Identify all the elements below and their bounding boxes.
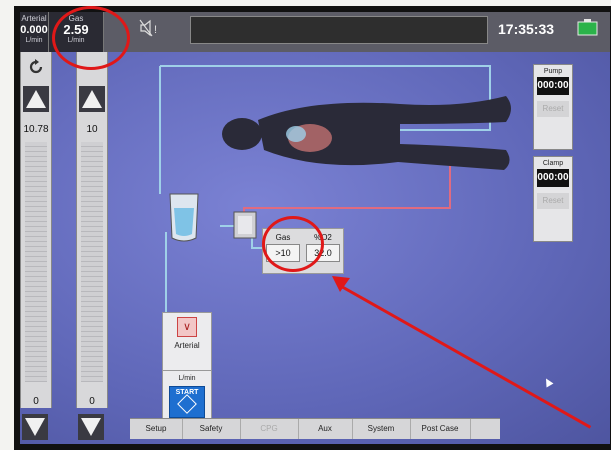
tab-cpg[interactable]: CPG — [240, 419, 299, 439]
arterial-pump-panel[interactable]: ∨ Arterial — [162, 312, 212, 372]
annotation-arrowhead — [332, 276, 350, 292]
clamp-timer-label: Clamp — [542, 160, 564, 167]
arterial-start-panel: L/min START — [162, 370, 212, 422]
pump-timer-value: 000:00 — [537, 77, 569, 95]
oxygenator-icon — [233, 211, 257, 239]
annotation-circle-gas-readout — [52, 6, 130, 70]
patient-silhouette — [222, 96, 511, 170]
pump-reset-button[interactable]: Reset — [537, 101, 569, 117]
pump-timer-panel: Pump 000:00 Reset — [533, 64, 573, 150]
arterial-pump-icon: ∨ — [177, 317, 197, 337]
tab-aux[interactable]: Aux — [298, 419, 353, 439]
tab-system[interactable]: System — [352, 419, 411, 439]
clamp-timer-panel: Clamp 000:00 Reset — [533, 156, 573, 242]
clamp-reset-button[interactable]: Reset — [537, 193, 569, 209]
annotation-circle-gas-cell — [262, 216, 324, 272]
tab-post-case[interactable]: Post Case — [410, 419, 471, 439]
tab-setup[interactable]: Setup — [130, 419, 183, 439]
start-button[interactable]: START — [169, 386, 205, 418]
bottom-tab-bar: Setup Safety CPG Aux System Post Case — [130, 418, 500, 439]
clamp-timer-value: 000:00 — [537, 169, 569, 187]
reservoir-icon — [169, 193, 199, 242]
start-diamond-icon — [177, 394, 197, 414]
arterial-pump-label: Arterial — [174, 341, 200, 350]
pump-timer-label: Pump — [543, 68, 563, 75]
tab-safety[interactable]: Safety — [182, 419, 241, 439]
arterial-start-unit: L/min — [178, 375, 196, 382]
